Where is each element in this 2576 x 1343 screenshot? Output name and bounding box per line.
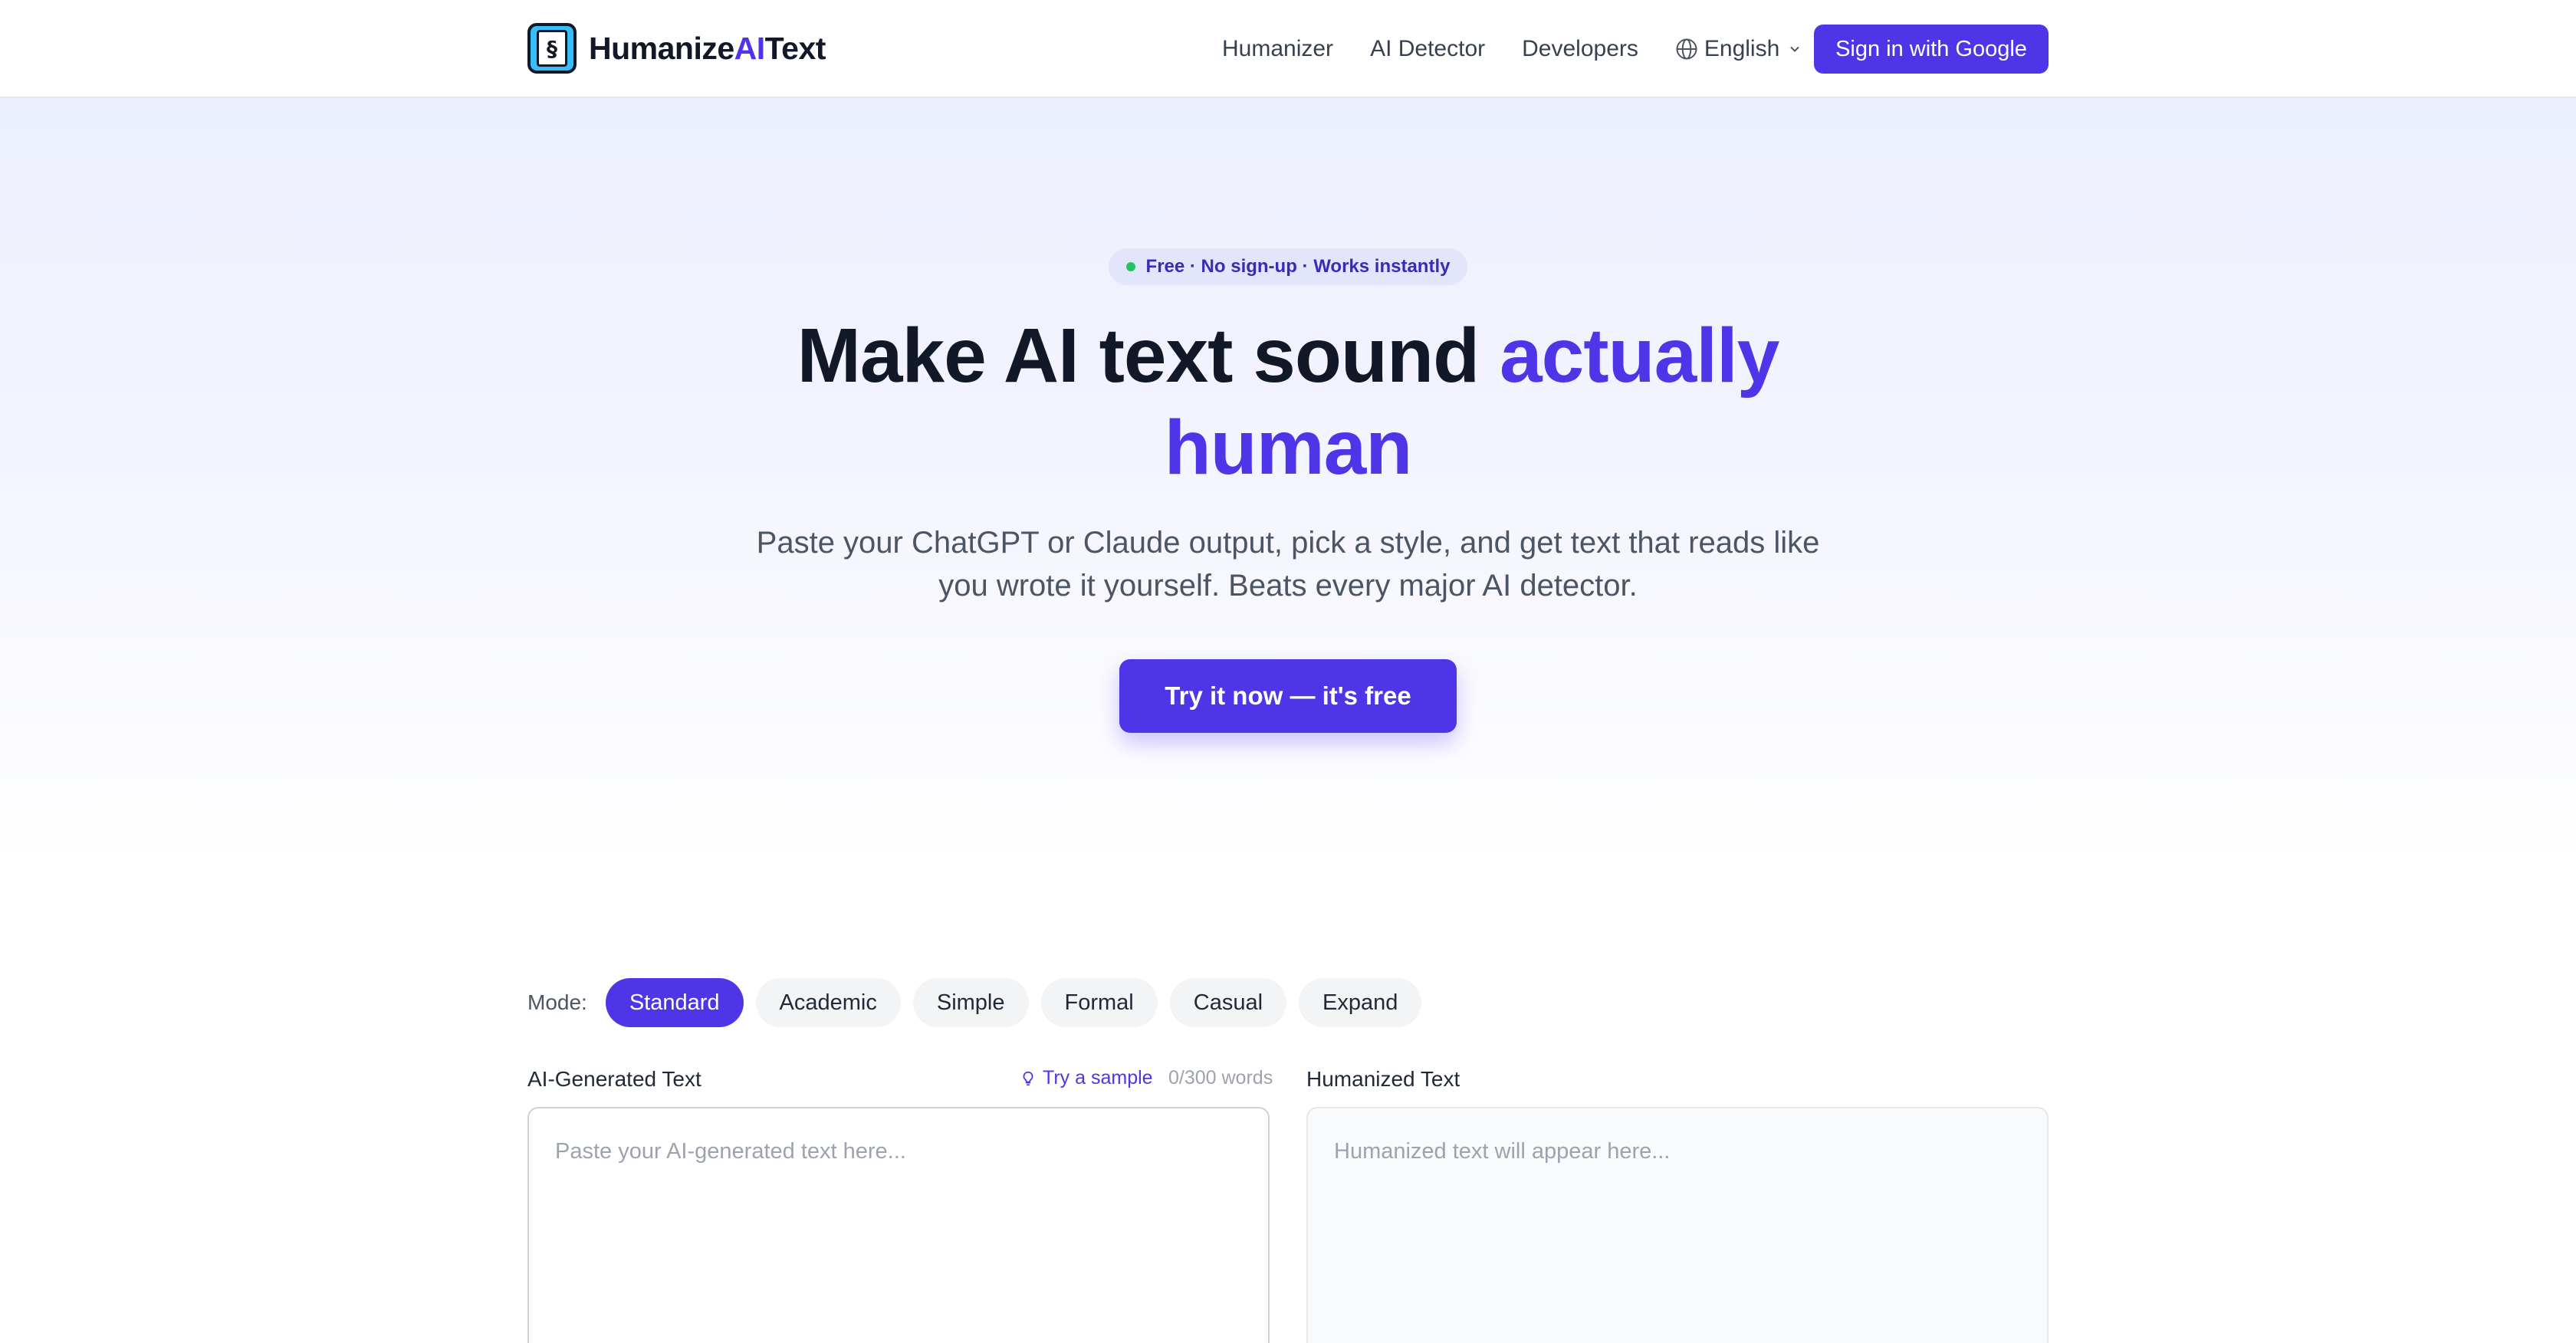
badge-text: Free · No sign-up · Works instantly xyxy=(1145,256,1451,277)
globe-icon xyxy=(1676,38,1697,60)
hero-headline: Make AI text sound actually human xyxy=(797,313,1780,491)
status-dot-icon xyxy=(1125,262,1135,271)
input-panel-label: AI-Generated Text xyxy=(527,1067,702,1091)
lightbulb-icon xyxy=(1023,1071,1033,1085)
language-label: English xyxy=(1704,36,1780,61)
mode-simple[interactable]: Simple xyxy=(912,978,1029,1027)
sign-in-google-button[interactable]: Sign in with Google xyxy=(1814,25,2049,74)
mode-expand[interactable]: Expand xyxy=(1299,978,1422,1027)
hero-subheading: Paste your ChatGPT or Claude output, pic… xyxy=(756,526,1820,603)
input-placeholder: Paste your AI-generated text here... xyxy=(555,1139,906,1164)
mode-casual[interactable]: Casual xyxy=(1169,978,1287,1027)
top-nav-bar: § HumanizeAIText Humanizer AI Detector D… xyxy=(0,0,2576,98)
ai-text-input[interactable]: Paste your AI-generated text here... xyxy=(527,1107,1270,1343)
brand-name: HumanizeAIText xyxy=(589,30,826,66)
free-badge: Free · No sign-up · Works instantly xyxy=(1109,248,1467,285)
mode-label: Mode: xyxy=(527,990,587,1014)
nav-ai-detector[interactable]: AI Detector xyxy=(1370,36,1485,62)
main-nav: Humanizer AI Detector Developers English xyxy=(1222,25,1839,74)
output-placeholder: Humanized text will appear here... xyxy=(1334,1139,1671,1164)
word-count: 0/300 words xyxy=(1168,1067,1273,1089)
humanized-text-output[interactable]: Humanized text will appear here... xyxy=(1306,1107,2049,1343)
nav-humanizer[interactable]: Humanizer xyxy=(1222,36,1333,62)
chevron-down-icon xyxy=(1790,46,1799,52)
mode-formal[interactable]: Formal xyxy=(1040,978,1158,1027)
nav-developers[interactable]: Developers xyxy=(1522,36,1638,62)
try-it-now-button[interactable]: Try it now — it's free xyxy=(1119,659,1457,733)
output-panel-label: Humanized Text xyxy=(1306,1067,1460,1091)
mode-academic[interactable]: Academic xyxy=(755,978,901,1027)
mode-selector: Mode: Standard Academic Simple Formal Ca… xyxy=(527,978,1434,1027)
mode-standard[interactable]: Standard xyxy=(605,978,744,1027)
brand-logo[interactable]: § HumanizeAIText xyxy=(527,23,826,74)
language-selector[interactable]: English xyxy=(1675,36,1802,62)
document-logo-icon: § xyxy=(527,23,577,74)
try-sample-link[interactable]: Try a sample xyxy=(1020,1067,1153,1089)
